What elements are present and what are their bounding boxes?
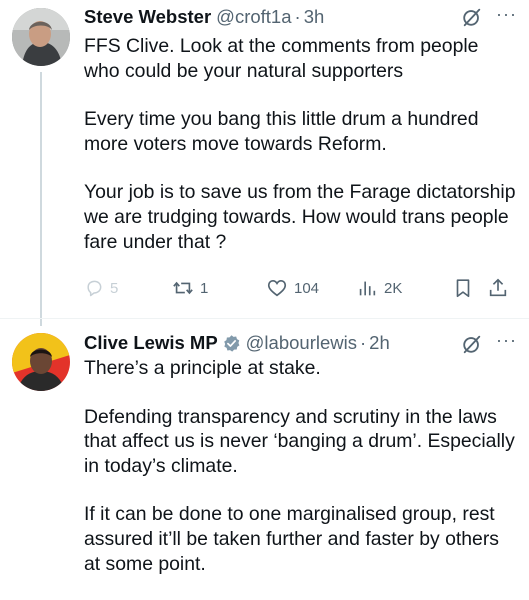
repost-button[interactable]: 1 bbox=[172, 273, 208, 303]
reply-tweet-header: Steve Webster @croft1a · 3h bbox=[84, 4, 515, 30]
author-name[interactable]: Clive Lewis MP bbox=[84, 332, 218, 354]
heart-icon bbox=[267, 280, 287, 297]
main-tweet[interactable]: Clive Lewis MP @labourlewis · 2h ··· The… bbox=[0, 319, 529, 600]
repost-count: 1 bbox=[200, 279, 209, 297]
views-button[interactable]: 2K bbox=[356, 273, 402, 303]
main-tweet-text: There’s a principle at stake. Defending … bbox=[84, 356, 516, 576]
more-options-icon[interactable]: ··· bbox=[496, 4, 517, 25]
reply-tweet-actions: 5 1 104 2K bbox=[84, 273, 514, 303]
tweet-paragraph: If it can be done to one marginalised gr… bbox=[84, 503, 499, 575]
reply-count: 5 bbox=[110, 279, 119, 297]
tweet-paragraph: Your job is to save us from the Farage d… bbox=[84, 181, 516, 253]
more-options-icon[interactable]: ··· bbox=[496, 330, 517, 351]
tweet-paragraph: There’s a principle at stake. bbox=[84, 357, 321, 379]
share-button[interactable] bbox=[487, 273, 509, 303]
author-handle[interactable]: @labourlewis bbox=[246, 332, 357, 354]
separator-dot: · bbox=[294, 6, 301, 27]
view-count: 2K bbox=[384, 279, 403, 297]
clive-lewis-avatar[interactable] bbox=[12, 333, 70, 391]
tweet-paragraph: Defending transparency and scrutiny in t… bbox=[84, 405, 515, 477]
like-count: 104 bbox=[294, 279, 320, 297]
thread-connector-line bbox=[40, 72, 42, 326]
steve-webster-avatar[interactable] bbox=[12, 8, 70, 66]
like-button[interactable]: 104 bbox=[266, 273, 319, 303]
repost-icon bbox=[173, 281, 193, 295]
tweet-paragraph: Every time you bang this little drum a h… bbox=[84, 108, 479, 155]
reply-button[interactable]: 5 bbox=[84, 273, 118, 303]
share-icon bbox=[489, 278, 507, 297]
tweet-paragraph: FFS Clive. Look at the comments from peo… bbox=[84, 35, 479, 82]
grok-icon[interactable] bbox=[461, 333, 483, 355]
verified-badge-icon bbox=[223, 334, 240, 352]
author-handle[interactable]: @croft1a bbox=[216, 6, 291, 28]
reply-tweet-text: FFS Clive. Look at the comments from peo… bbox=[84, 34, 516, 254]
author-name[interactable]: Steve Webster bbox=[84, 6, 211, 28]
bookmark-icon bbox=[456, 279, 470, 298]
reply-icon bbox=[87, 280, 102, 297]
views-icon bbox=[359, 281, 376, 296]
timestamp[interactable]: 3h bbox=[304, 6, 325, 28]
separator-dot: · bbox=[359, 332, 367, 353]
bookmark-button[interactable] bbox=[452, 273, 474, 303]
timestamp[interactable]: 2h bbox=[369, 332, 390, 354]
grok-icon[interactable] bbox=[461, 6, 483, 28]
main-tweet-header: Clive Lewis MP @labourlewis · 2h bbox=[84, 330, 515, 356]
reply-tweet[interactable]: Steve Webster @croft1a · 3h ··· FFS Cliv… bbox=[0, 0, 529, 326]
